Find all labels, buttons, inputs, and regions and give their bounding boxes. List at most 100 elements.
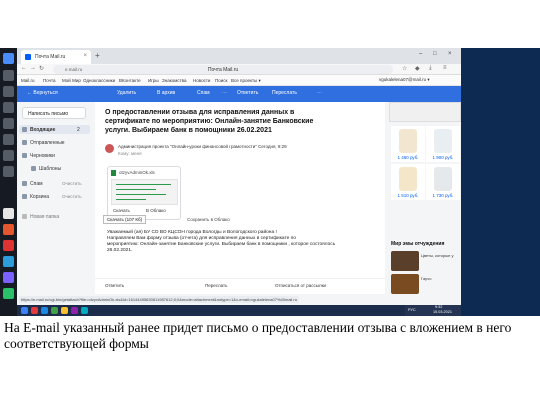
bookmark-item[interactable]: Mail.ru bbox=[21, 78, 35, 83]
mail-toolbar: ← Вернуться Удалить В архив Спам ⋯ Ответ… bbox=[17, 86, 461, 102]
excel-file-icon bbox=[111, 170, 116, 176]
star-icon[interactable]: ☆ bbox=[402, 65, 407, 72]
new-tab-button[interactable]: + bbox=[95, 51, 100, 60]
new-folder-button[interactable]: Новая папка bbox=[22, 214, 59, 220]
compose-button[interactable]: Написать письмо bbox=[22, 107, 86, 119]
ad-thumbnail[interactable] bbox=[391, 274, 419, 294]
plus-icon bbox=[22, 214, 27, 219]
account-menu[interactable]: vgukalelena07@mail.ru ▾ bbox=[379, 77, 430, 83]
inbox-count: 2 bbox=[77, 127, 80, 133]
bottom-reply-button[interactable]: Ответить bbox=[105, 283, 124, 288]
ad-product-card[interactable]: 1 730 руб. bbox=[426, 164, 460, 200]
save-all-to-cloud-link[interactable]: Сохранить в Облако bbox=[187, 217, 230, 222]
folder-sent[interactable]: Отправленные bbox=[22, 140, 65, 146]
portal-bar: Mail.ru Почта Мой Мир Одноклассники ВКон… bbox=[17, 75, 461, 86]
bottom-forward-button[interactable]: Переслать bbox=[205, 283, 227, 288]
browser-window: Почта Mail.ru × + – □ × ← → ↻ e.mail.ru … bbox=[17, 48, 461, 305]
ad-caption[interactable]: Гаучо bbox=[421, 276, 431, 281]
mail-favicon-icon bbox=[25, 54, 31, 60]
whatsapp-icon[interactable] bbox=[3, 288, 14, 299]
forward-button[interactable]: Переслать bbox=[272, 90, 297, 96]
bookmark-item[interactable]: Одноклассники bbox=[83, 78, 115, 83]
dock-app-icon[interactable] bbox=[81, 307, 88, 314]
search-icon[interactable] bbox=[3, 70, 14, 81]
move-button[interactable]: ⋯ bbox=[222, 90, 227, 96]
folder-trash[interactable]: Корзина bbox=[22, 194, 49, 200]
forward-arrow-icon[interactable]: → bbox=[30, 65, 36, 71]
letter-subject: О предоставлении отзыва для исправления … bbox=[105, 109, 314, 134]
reload-icon[interactable]: ↻ bbox=[39, 65, 44, 72]
folder-icon[interactable] bbox=[3, 256, 14, 267]
chat-icon[interactable] bbox=[3, 150, 14, 161]
ad-thumbnail[interactable] bbox=[391, 251, 419, 271]
language-indicator[interactable]: РУС bbox=[408, 308, 416, 312]
spam-button[interactable]: Спам bbox=[197, 90, 210, 96]
chrome-icon[interactable] bbox=[3, 208, 14, 219]
letter-body: Уважаемый (ая) БУ СО ВО КЦСОН города Вол… bbox=[107, 230, 377, 254]
dock-app-icon[interactable] bbox=[51, 307, 58, 314]
preview-line bbox=[116, 189, 156, 190]
mail-icon[interactable] bbox=[3, 134, 14, 145]
bookmark-item[interactable]: Знакомства bbox=[162, 78, 186, 83]
reply-button[interactable]: Ответить bbox=[237, 90, 258, 96]
bottom-dock: РУС 9:32 15.03.2021 bbox=[17, 305, 461, 316]
photos-icon[interactable] bbox=[3, 166, 14, 177]
ad-banner[interactable] bbox=[389, 102, 461, 122]
start-icon[interactable] bbox=[3, 53, 14, 64]
ad-caption[interactable]: Цветы, которые у bbox=[421, 253, 453, 258]
product-image bbox=[434, 129, 452, 153]
settings-icon[interactable] bbox=[3, 118, 14, 129]
bookmark-item[interactable]: Игры bbox=[148, 78, 159, 83]
address-bar[interactable]: e.mail.ru Почта Mail.ru bbox=[53, 65, 393, 74]
back-arrow-icon[interactable]: ← bbox=[21, 65, 27, 71]
clear-trash-link[interactable]: Очистить bbox=[62, 194, 82, 199]
system-tray: РУС 9:32 15.03.2021 bbox=[405, 305, 461, 316]
download-icon[interactable]: ⤓ bbox=[429, 65, 432, 72]
bookmark-item[interactable]: Новости bbox=[193, 78, 210, 83]
menu-icon[interactable]: ≡ bbox=[443, 65, 447, 71]
dock-app-icon[interactable] bbox=[61, 307, 68, 314]
maximize-button[interactable]: □ bbox=[433, 51, 437, 57]
folder-templates[interactable]: Шаблоны bbox=[31, 166, 61, 172]
bookmark-item[interactable]: Все проекты ▾ bbox=[231, 78, 261, 84]
tab-close-icon[interactable]: × bbox=[83, 53, 87, 59]
ad-section-title[interactable]: Мир эмы отчуждения bbox=[391, 241, 444, 247]
taskview-icon[interactable] bbox=[3, 86, 14, 97]
browser-tab[interactable]: Почта Mail.ru × bbox=[21, 50, 91, 64]
bookmark-item[interactable]: ВКонтакте bbox=[119, 78, 141, 83]
bookmark-item[interactable]: Почта bbox=[43, 78, 56, 83]
clear-spam-link[interactable]: Очистить bbox=[62, 181, 82, 186]
dock-app-icon[interactable] bbox=[21, 307, 28, 314]
dock-app-icon[interactable] bbox=[31, 307, 38, 314]
download-attachment-button[interactable]: Скачать bbox=[113, 208, 130, 213]
clock-time[interactable]: 9:32 bbox=[435, 305, 442, 309]
ad-price: 1 900 руб. bbox=[432, 155, 454, 160]
ad-product-card[interactable]: 1 900 руб. bbox=[426, 126, 460, 162]
ad-product-card[interactable]: 1 460 руб. bbox=[391, 126, 425, 162]
folder-inbox[interactable]: Входящие bbox=[22, 127, 55, 133]
yandex-icon[interactable] bbox=[3, 240, 14, 251]
store-icon[interactable] bbox=[3, 272, 14, 283]
delete-button[interactable]: Удалить bbox=[117, 90, 136, 96]
unsubscribe-button[interactable]: Отписаться от рассылки bbox=[275, 283, 326, 288]
dock-app-icon[interactable] bbox=[71, 307, 78, 314]
attachment-card[interactable]: otzyvAdminOk.xls Скачать В Облако bbox=[107, 166, 181, 220]
tab-strip: Почта Mail.ru × + – □ × bbox=[17, 48, 461, 64]
back-button[interactable]: ← Вернуться bbox=[27, 90, 58, 96]
folder-drafts[interactable]: Черновики bbox=[22, 153, 55, 159]
letter-sender[interactable]: Администрация проекта "Онлайн-уроки фина… bbox=[118, 144, 378, 149]
dock-app-icon[interactable] bbox=[41, 307, 48, 314]
minimize-button[interactable]: – bbox=[419, 51, 422, 57]
archive-button[interactable]: В архив bbox=[157, 90, 175, 96]
more-button[interactable]: ⋯ bbox=[317, 90, 322, 96]
bookmark-item[interactable]: Поиск bbox=[215, 78, 227, 83]
close-window-button[interactable]: × bbox=[448, 51, 452, 57]
app-icon[interactable] bbox=[3, 224, 14, 235]
bookmark-item[interactable]: Мой Мир bbox=[62, 78, 81, 83]
slide-caption: На E-mail указанный ранее придет письмо … bbox=[4, 320, 512, 351]
save-to-cloud-button[interactable]: В Облако bbox=[146, 208, 166, 213]
folder-spam[interactable]: Спам bbox=[22, 181, 43, 187]
ad-product-card[interactable]: 1 510 руб. bbox=[391, 164, 425, 200]
extension-icon[interactable]: ◆ bbox=[415, 65, 420, 72]
files-icon[interactable] bbox=[3, 102, 14, 113]
